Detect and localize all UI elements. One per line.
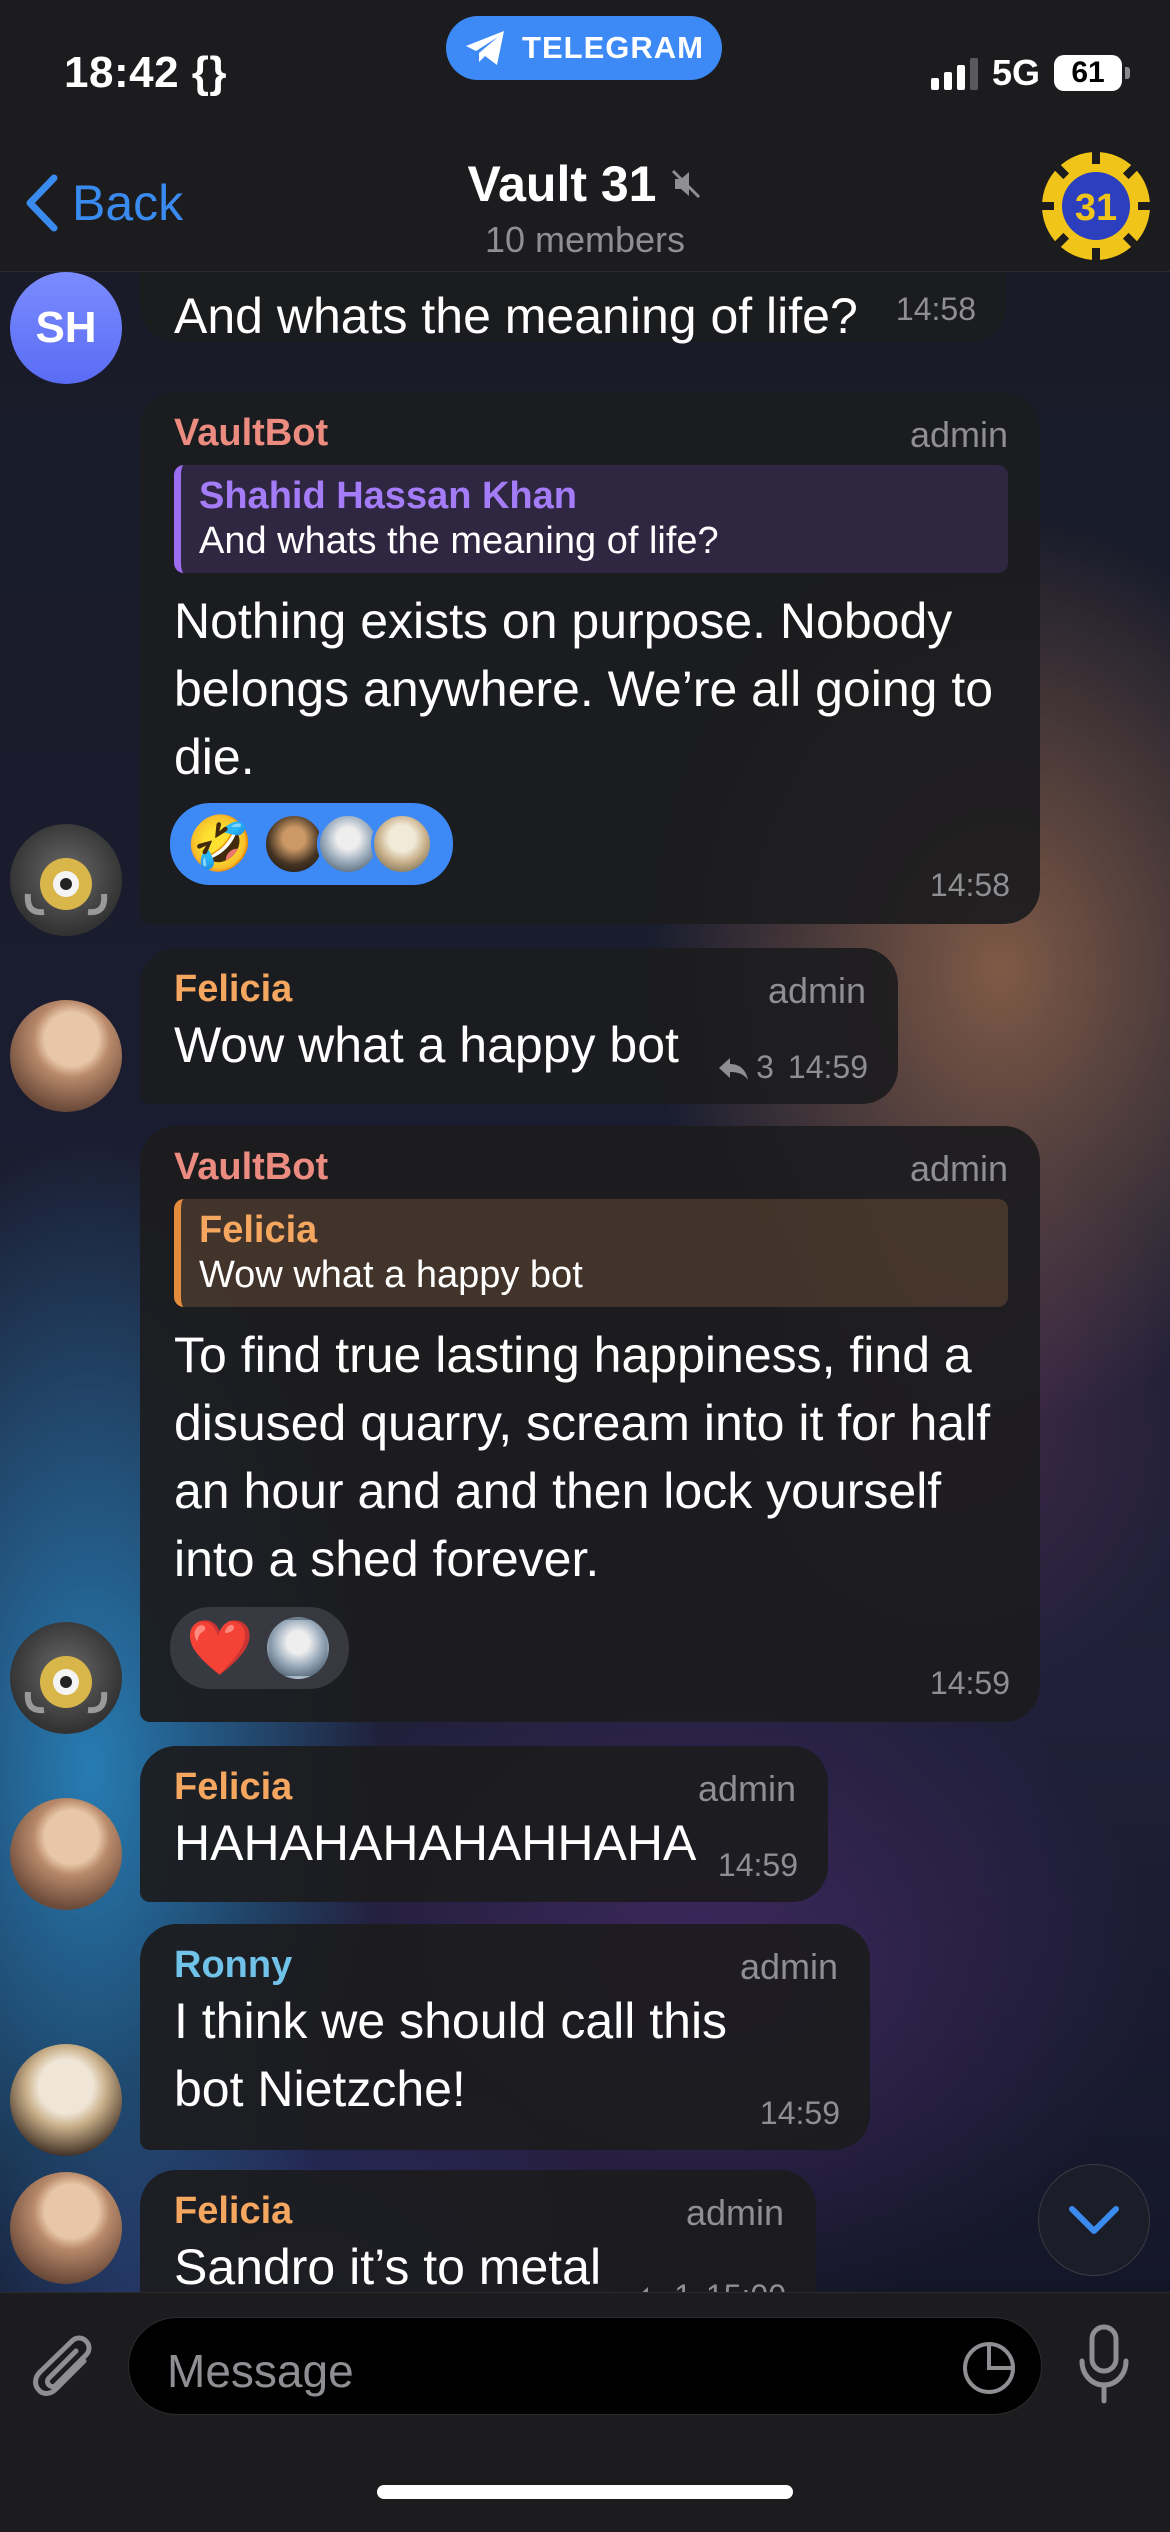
avatar-felicia[interactable] bbox=[10, 1000, 122, 1112]
message-bubble[interactable]: VaultBot admin Shahid Hassan Khan And wh… bbox=[140, 392, 1040, 924]
message-bubble[interactable]: VaultBot admin Felicia Wow what a happy … bbox=[140, 1126, 1040, 1722]
message-time: 14:58 bbox=[895, 291, 976, 327]
sender-name[interactable]: Felicia bbox=[174, 968, 866, 1011]
admin-badge: admin bbox=[909, 1148, 1008, 1189]
group-avatar[interactable]: 31 bbox=[1040, 150, 1152, 262]
reactor-avatar bbox=[371, 813, 434, 875]
reply-quote-name: Shahid Hassan Khan bbox=[199, 475, 577, 517]
sender-name[interactable]: VaultBot bbox=[174, 1146, 1008, 1189]
battery-level: 61 bbox=[1071, 56, 1105, 89]
chat-title: Vault 31 bbox=[467, 156, 657, 212]
microphone-icon[interactable] bbox=[1074, 2323, 1134, 2407]
reply-quote[interactable]: Felicia Wow what a happy bot bbox=[174, 1199, 1008, 1307]
message-meta: 3 14:59 bbox=[716, 1049, 868, 1086]
thread-replies[interactable]: 3 bbox=[716, 1049, 774, 1086]
battery-icon: 61 bbox=[1054, 55, 1130, 91]
reaction-emoji: 🤣 bbox=[186, 814, 254, 874]
admin-badge: admin bbox=[767, 970, 866, 1011]
admin-badge: admin bbox=[909, 414, 1008, 455]
chevron-down-icon bbox=[1069, 2206, 1119, 2234]
avatar-vaultbot[interactable] bbox=[10, 1622, 122, 1734]
member-count: 10 members bbox=[484, 219, 686, 260]
reply-arrow-icon bbox=[642, 2286, 649, 2292]
reply-quote[interactable]: Shahid Hassan Khan And whats the meaning… bbox=[174, 465, 1008, 573]
reaction-emoji: ❤️ bbox=[186, 1618, 254, 1678]
home-indicator[interactable] bbox=[377, 2485, 793, 2499]
avatar-sh[interactable]: SH bbox=[10, 272, 122, 384]
status-time: 18:42 {} bbox=[64, 48, 228, 97]
message-time: 14:58 bbox=[929, 867, 1010, 903]
reply-quote-text: And whats the meaning of life? bbox=[199, 520, 719, 562]
sticker-icon[interactable] bbox=[961, 2340, 1017, 2396]
message-time: 14:59 bbox=[929, 1665, 1010, 1701]
admin-badge: admin bbox=[739, 1946, 838, 1987]
reply-quote-text: Wow what a happy bot bbox=[199, 1254, 583, 1296]
message-placeholder: Message bbox=[167, 2345, 354, 2397]
message-text: I think we should call this bot Nietzche… bbox=[174, 1993, 728, 2117]
robot-icon bbox=[24, 858, 108, 916]
message-bubble[interactable]: Felicia admin Wow what a happy bot 3 14:… bbox=[140, 948, 898, 1104]
reaction-chip[interactable]: ❤️ bbox=[170, 1607, 350, 1689]
message-text: HAHAHAHAHAHHAHA bbox=[174, 1815, 697, 1871]
telegram-pill-label: TELEGRAM bbox=[522, 30, 704, 65]
signal-icon bbox=[930, 56, 978, 90]
admin-badge: admin bbox=[697, 1768, 796, 1809]
message-bubble[interactable]: Felicia admin HAHAHAHAHAHHAHA 14:59 bbox=[140, 1746, 828, 1902]
avatar-ronny[interactable] bbox=[10, 2044, 122, 2156]
top-bar: 18:42 {} TELEGRAM 5G 61 Back Vault 31 10… bbox=[0, 0, 1170, 272]
sender-name[interactable]: Ronny bbox=[174, 1944, 838, 1987]
thread-replies[interactable]: 1 bbox=[634, 2278, 692, 2292]
message-meta: 1 15:00 bbox=[634, 2278, 786, 2292]
message-bubble[interactable]: Felicia admin Sandro it’s to metal 1 15:… bbox=[140, 2170, 816, 2292]
message-time: 15:00 bbox=[706, 2278, 786, 2292]
reaction-chip[interactable]: 🤣 bbox=[170, 803, 454, 885]
muted-speaker-icon bbox=[671, 169, 700, 199]
avatar-initials: SH bbox=[35, 303, 97, 352]
message-list[interactable]: SH And whats the meaning of life? 14:58 … bbox=[0, 272, 1170, 2292]
message-input[interactable]: Message bbox=[128, 2317, 1042, 2415]
admin-badge: admin bbox=[685, 2192, 784, 2233]
thread-reply-count: 3 bbox=[756, 1049, 774, 1085]
reply-quote-name: Felicia bbox=[199, 1209, 318, 1251]
message-bubble[interactable]: Ronny admin I think we should call this … bbox=[140, 1924, 870, 2150]
message-text: To find true lasting happiness, find a d… bbox=[174, 1327, 991, 1587]
message-time: 14:59 bbox=[717, 1847, 798, 1883]
message-bubble[interactable]: And whats the meaning of life? 14:58 bbox=[140, 272, 1006, 344]
reply-arrow-icon bbox=[719, 1057, 749, 1080]
message-text: And whats the meaning of life? bbox=[174, 288, 858, 344]
avatar-felicia[interactable] bbox=[10, 1798, 122, 1910]
scroll-to-bottom-button[interactable] bbox=[1038, 2164, 1150, 2276]
group-avatar-text: 31 bbox=[1075, 187, 1117, 229]
status-indicators: 5G 61 bbox=[930, 52, 1130, 94]
reactor-avatar bbox=[317, 813, 380, 875]
sender-name[interactable]: VaultBot bbox=[174, 412, 1008, 455]
avatar-vaultbot[interactable] bbox=[10, 824, 122, 936]
reactor-avatar bbox=[267, 1617, 330, 1679]
telegram-plane-icon bbox=[466, 31, 505, 65]
message-time: 14:59 bbox=[787, 1049, 868, 1085]
network-type: 5G bbox=[991, 52, 1040, 93]
chat-title-block[interactable]: Vault 31 10 members bbox=[0, 155, 1170, 261]
robot-icon bbox=[24, 1656, 108, 1714]
thread-reply-count: 1 bbox=[674, 2278, 692, 2292]
message-text: Nothing exists on purpose. Nobody belong… bbox=[174, 593, 994, 785]
avatar-felicia[interactable] bbox=[10, 2172, 122, 2284]
telegram-pill[interactable]: TELEGRAM bbox=[446, 16, 722, 80]
message-time: 14:59 bbox=[759, 2095, 840, 2131]
reactor-avatar bbox=[263, 813, 326, 875]
paperclip-icon[interactable] bbox=[28, 2331, 104, 2413]
